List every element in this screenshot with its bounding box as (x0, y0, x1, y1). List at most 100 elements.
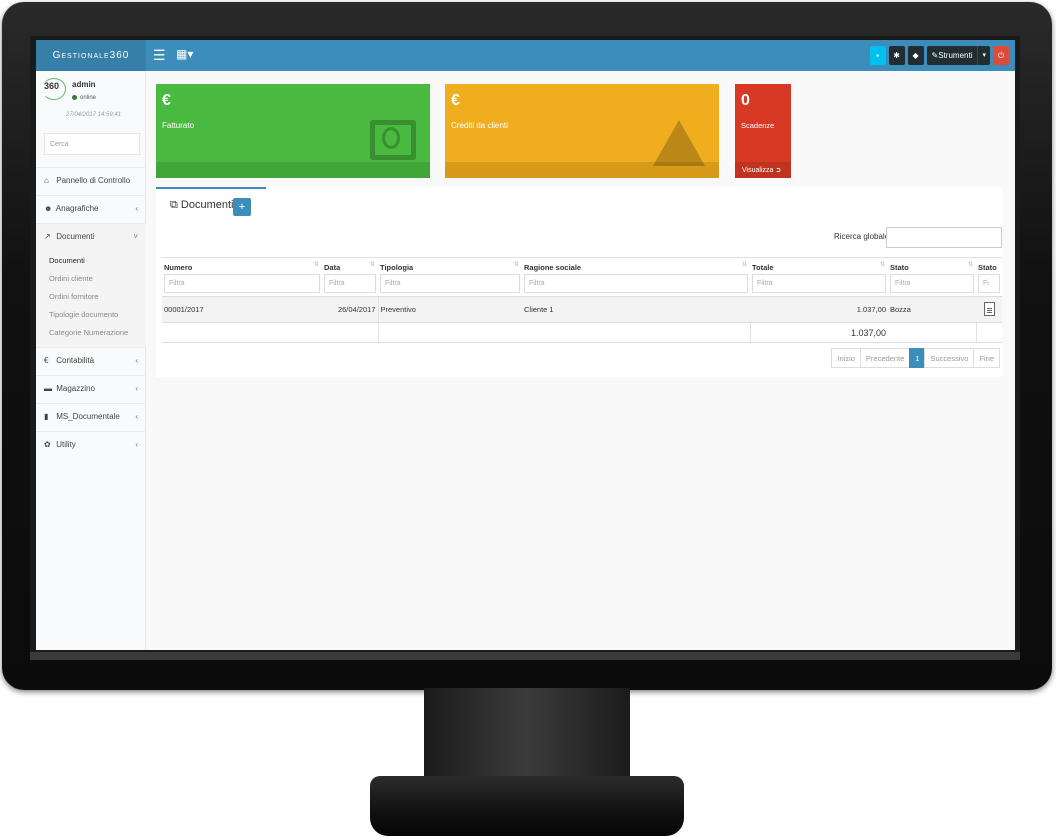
arrow-circle-icon: ➲ (775, 167, 782, 174)
status-dot-icon (72, 95, 77, 100)
info-box-crediti: € Crediti da clienti (445, 84, 719, 178)
submenu-item-categorie-numerazione[interactable]: Categorie Numerazione (36, 325, 146, 343)
chevron-down-icon[interactable]: ▾ (977, 46, 990, 65)
filter-input-data[interactable]: Filtra (324, 274, 376, 293)
table-total-row: 1.037,00 (162, 322, 1002, 343)
chevron-down-icon: ˅ (133, 232, 138, 241)
sidebar-item-magazzino[interactable]: ▬ Magazzino ‹ (36, 375, 146, 403)
main-content: € Fatturato € Crediti da clienti 0 Scade… (146, 71, 1015, 650)
pagination-previous[interactable]: Precedente (859, 348, 911, 368)
chevron-left-icon: ‹ (135, 384, 138, 393)
global-search-label: Ricerca globale: (834, 232, 892, 241)
document-icon[interactable] (983, 301, 995, 316)
money-icon (370, 120, 416, 160)
calendar-icon[interactable]: ▦▾ (176, 47, 193, 61)
column-header-stato-2[interactable]: Stato (976, 257, 1002, 272)
sidebar-item-contabilita[interactable]: € Contabilità ‹ (36, 347, 146, 375)
sidebar: 360 admin online 27/04/2017 14:59:41 Cer… (36, 71, 146, 650)
pagination-last[interactable]: Fine (973, 348, 1000, 368)
user-panel: 360 admin online 27/04/2017 14:59:41 (36, 71, 145, 123)
cell-totale: 1.037,00 (750, 296, 888, 323)
filter-input-ragione-sociale[interactable]: Filtra (524, 274, 748, 293)
table-row[interactable]: 00001/2017 26/04/2017 Preventivo Cliente… (162, 296, 1002, 323)
monitor-chin (30, 652, 1020, 660)
documents-title: Documenti (180, 199, 234, 211)
user-datetime: 27/04/2017 14:59:41 (66, 112, 122, 118)
submenu-item-documenti[interactable]: Documenti (36, 253, 146, 271)
sidebar-item-ms-documentale[interactable]: ▮ MS_Documentale ‹ (36, 403, 146, 431)
power-icon: ⏻ (997, 51, 1005, 60)
chevron-left-icon: ‹ (135, 356, 138, 365)
fatturato-label: Fatturato (162, 121, 195, 130)
tools-icon-button-1[interactable]: ✱ (888, 46, 905, 65)
scadenze-view-link[interactable]: Visualizza ➲ (735, 162, 791, 178)
column-header-stato[interactable]: Stato ⇅ (888, 257, 976, 272)
filter-input-totale[interactable]: Filtra (752, 274, 886, 293)
warning-icon (653, 120, 705, 166)
info-box-fatturato: € Fatturato (156, 84, 430, 178)
sidebar-item-pannello[interactable]: ⌂ Pannello di Controllo (36, 167, 146, 195)
hamburger-icon[interactable]: ☰ (153, 48, 166, 62)
scadenze-label: Scadenze (741, 121, 775, 130)
user-name: admin (72, 80, 96, 89)
scadenze-value: 0 (741, 92, 750, 109)
column-header-ragione-sociale[interactable]: Ragione sociale ⇅ (522, 257, 750, 272)
filter-input-tipologia[interactable]: Filtra (380, 274, 520, 293)
table-filter-row: Filtra Filtra Filtra Filtra Filtra Filtr… (162, 272, 1002, 297)
global-search-input[interactable] (886, 227, 1002, 248)
crediti-label: Crediti da clienti (451, 121, 508, 130)
sidebar-item-anagrafiche[interactable]: ☻ Anagrafiche ‹ (36, 195, 146, 223)
user-status: online (72, 95, 96, 101)
add-document-button[interactable]: + (233, 198, 251, 216)
submenu-item-tipologie-documento[interactable]: Tipologie documento (36, 307, 146, 325)
sidebar-item-utility[interactable]: ✿ Utility ‹ (36, 431, 146, 459)
sidebar-item-documenti[interactable]: ↗ Documenti ˅ (36, 223, 146, 251)
power-button[interactable]: ⏻ (993, 46, 1009, 65)
tag-icon: ◆ (912, 51, 919, 60)
bug-icon: ✱ (893, 51, 900, 60)
chevron-left-icon: ‹ (135, 412, 138, 421)
sort-icon: ⇅ (741, 262, 747, 268)
strumenti-dropdown[interactable]: ✎Strumenti ▾ (926, 46, 990, 66)
sort-icon: ⇅ (879, 262, 885, 268)
file-icon: ▮ (44, 412, 49, 421)
sidebar-menu: ⌂ Pannello di Controllo ☻ Anagrafiche ‹ … (36, 167, 146, 459)
fatturato-footer (156, 162, 430, 178)
euro-icon: € (44, 356, 49, 365)
pagination-first[interactable]: Inizio (831, 348, 861, 368)
column-header-tipologia[interactable]: Tipologia ⇅ (378, 257, 522, 272)
column-header-totale[interactable]: Totale ⇅ (750, 257, 888, 272)
strumenti-label: Strumenti (938, 51, 973, 60)
users-icon: ☻ (44, 204, 53, 213)
pagination-page-1[interactable]: 1 (909, 348, 926, 368)
navbar-right-tools: ▪ ✱ ◆ ✎Strumenti ▾ ⏻ (869, 46, 1009, 66)
column-header-data[interactable]: Data ⇅ (322, 257, 378, 272)
info-box-scadenze: 0 Scadenze Visualizza ➲ (735, 84, 791, 178)
pagination-next[interactable]: Successivo (924, 348, 975, 368)
sort-icon: ⇅ (967, 262, 973, 268)
documenti-submenu: Documenti Ordini cliente Ordini fornitor… (36, 251, 146, 347)
pagination: Inizio Precedente 1 Successivo Fine (831, 348, 1000, 368)
brand-logo[interactable]: Gestionale360 (36, 40, 146, 71)
documents-table: Numero ⇅ Data ⇅ Tipologia ⇅ Ragione sociale… (162, 257, 1002, 343)
sort-icon: ⇅ (313, 262, 319, 268)
sidebar-search-input[interactable]: Cerca (44, 133, 140, 155)
tab-documenti[interactable]: ⧉ Documenti + (156, 187, 266, 217)
tools-icon-button-2[interactable]: ◆ (907, 46, 924, 65)
crediti-footer (445, 162, 719, 178)
table-header-row: Numero ⇅ Data ⇅ Tipologia ⇅ Ragione sociale… (162, 257, 1002, 272)
cell-data: 26/04/2017 (322, 296, 378, 323)
submenu-item-ordini-cliente[interactable]: Ordini cliente (36, 271, 146, 289)
column-header-numero[interactable]: Numero ⇅ (162, 257, 322, 272)
cell-numero: 00001/2017 (162, 296, 322, 323)
notifications-button[interactable]: ▪ (869, 46, 886, 65)
filter-input-numero[interactable]: Filtra (164, 274, 320, 293)
filter-input-stato-2[interactable]: Fi (978, 274, 1000, 293)
documents-panel: ⧉ Documenti + Ricerca globale: Numero ⇅ D… (156, 187, 1002, 377)
cog-icon: ✿ (44, 440, 51, 449)
external-link-icon: ⧉ (170, 199, 178, 211)
filter-input-stato[interactable]: Filtra (890, 274, 974, 293)
cell-stato: Bozza (888, 296, 976, 323)
bell-icon: ▪ (876, 51, 879, 60)
submenu-item-ordini-fornitore[interactable]: Ordini fornitore (36, 289, 146, 307)
